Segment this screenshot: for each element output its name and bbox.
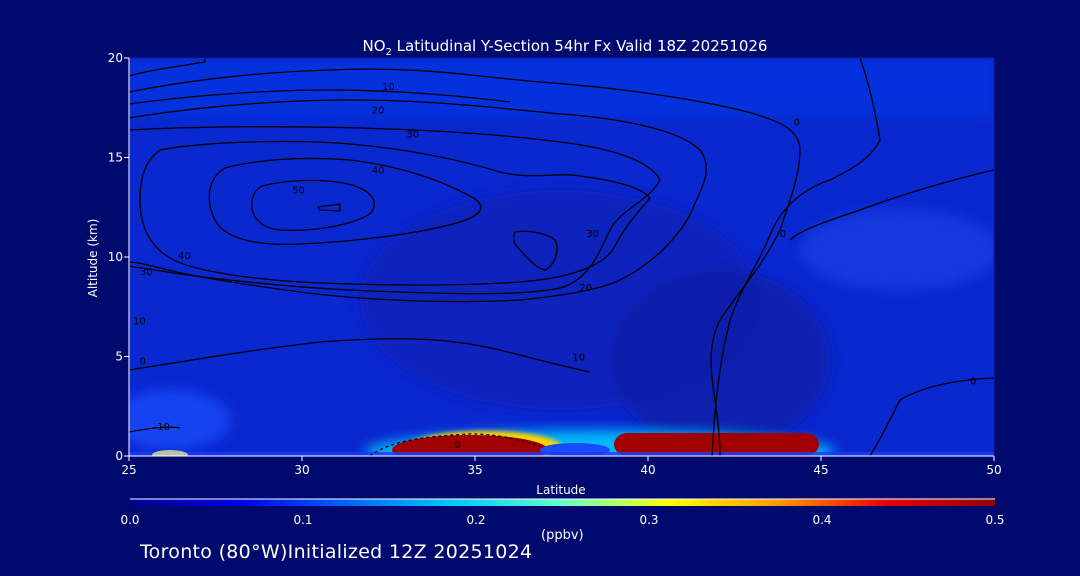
field-east-low: [610, 270, 830, 450]
contour-label: 20: [579, 283, 592, 294]
field-east-light: [800, 210, 994, 290]
x-tick-label: 50: [986, 463, 1001, 477]
colorbar-tick-label: 0.4: [812, 513, 831, 527]
colorbar-ramp: [130, 499, 995, 506]
colorbar-tick-label: 0.1: [293, 513, 312, 527]
contour-label: 30: [140, 267, 153, 278]
contour-label: 0: [455, 440, 461, 451]
contour-label: 10: [382, 82, 395, 93]
x-tick-label: 25: [121, 463, 136, 477]
y-tick-label: 15: [108, 151, 123, 165]
y-axis-label: Altitude (km): [86, 219, 100, 298]
field-west-light: [129, 390, 230, 450]
field-upper-band: [129, 58, 994, 118]
y-tick-label: 10: [108, 250, 123, 264]
y-tick-label: 20: [108, 51, 123, 65]
contour-label: 10: [133, 317, 146, 328]
x-tick-label: 35: [467, 463, 482, 477]
colorbar-units-label: (ppbv): [541, 528, 584, 543]
surface-strip: [129, 452, 994, 456]
x-tick-label: 30: [294, 463, 309, 477]
contour-label: 0: [140, 356, 146, 367]
contour-label: 20: [372, 106, 385, 117]
colorbar-ticks: 0.0 0.1 0.2 0.3 0.4 0.5: [120, 513, 1004, 527]
colorbar-tick-label: 0.3: [639, 513, 658, 527]
footer-caption: Toronto (80°W)Initialized 12Z 20251024: [140, 541, 533, 563]
contour-label: 50: [292, 185, 305, 196]
contour-label: 0: [970, 376, 976, 387]
plot-area: 10 20 30 40 50 40 30 10 0 10 30 20 10 0 0 0 0: [129, 58, 994, 456]
colorbar-tick-label: 0.0: [120, 513, 139, 527]
colorbar-tick-label: 0.5: [985, 513, 1004, 527]
colorbar: 0.0 0.1 0.2 0.3 0.4 0.5: [120, 498, 1005, 527]
contour-label: 40: [178, 251, 191, 262]
x-axis-label: Latitude: [536, 483, 585, 497]
surface-spot-west: [152, 450, 188, 456]
contour-label: 30: [406, 130, 419, 141]
x-tick-label: 45: [813, 463, 828, 477]
y-tick-label: 5: [115, 350, 123, 364]
y-axis: 0 5 10 15 20: [108, 51, 130, 463]
contour-label: 0: [794, 118, 800, 129]
contour-label: 40: [372, 165, 385, 176]
x-tick-label: 40: [640, 463, 655, 477]
contour-label: 10: [157, 422, 170, 433]
no2-cross-section-chart: NO2 Latitudinal Y-Section 54hr Fx Valid …: [86, 37, 1005, 527]
chart-title: NO2 Latitudinal Y-Section 54hr Fx Valid …: [363, 37, 768, 58]
x-axis: 25 30 35 40 45 50: [121, 455, 1002, 477]
contour-label: 10: [572, 353, 585, 364]
colorbar-tick-label: 0.2: [466, 513, 485, 527]
contour-label: 30: [586, 229, 599, 240]
contour-label: 0: [780, 229, 786, 240]
y-tick-label: 0: [115, 449, 123, 463]
